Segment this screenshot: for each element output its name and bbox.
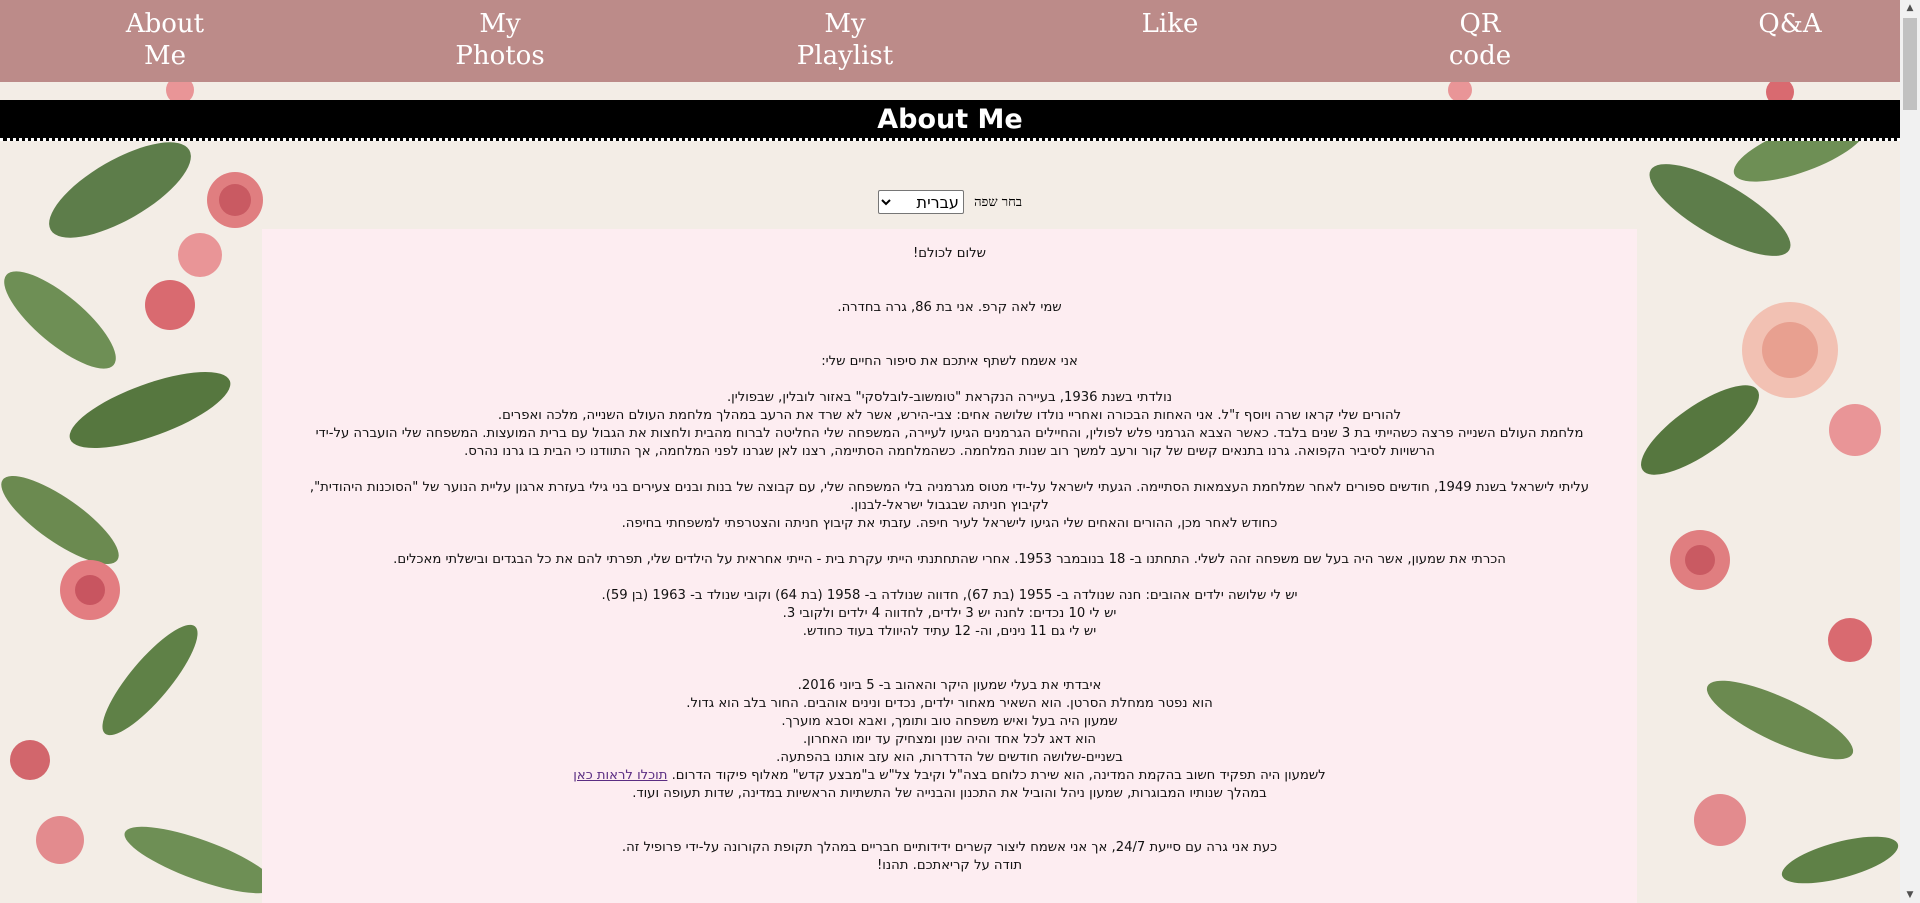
nav-my-playlist[interactable]: My Playlist (786, 8, 904, 72)
paragraph-memorial-line: איבדתי את בעלי שמעון היקר והאהוב ב- 5 בי… (797, 678, 1102, 693)
paragraph-birth-line: מלחמת העולם השנייה פרצה כשהייתי בת 3 שני… (315, 426, 1584, 441)
nav-about-me[interactable]: About Me (112, 8, 218, 72)
nav-about-me-line2: Me (143, 41, 186, 71)
nav-qr-code[interactable]: QR code (1440, 8, 1520, 72)
language-label: בחר שפה (974, 195, 1023, 210)
top-navigation: About Me My Photos My Playlist Like QR c… (0, 0, 1900, 82)
nav-like[interactable]: Like (1130, 8, 1210, 40)
page-title-bar: About Me (0, 100, 1900, 141)
greeting-text: שלום לכולם! (913, 246, 986, 261)
nav-my-playlist-line1: My (824, 9, 866, 39)
intro-text: שמי לאה קרפ. אני בת 86, גרה בחדרה. (837, 300, 1062, 315)
scroll-down-arrow-icon[interactable]: ▼ (1900, 887, 1920, 903)
paragraph-memorial-link-line: לשמעון היה תפקיד חשוב בהקמת המדינה, הוא … (270, 767, 1629, 785)
nav-qa[interactable]: Q&A (1750, 8, 1830, 40)
about-content-panel: שלום לכולם! שמי לאה קרפ. אני בת 86, גרה … (262, 229, 1637, 903)
see-here-link[interactable]: תוכלו לראות כאן (573, 768, 667, 783)
paragraph-family-line: יש לי גם 11 נינים, וה- 12 עתיד להיוולד ב… (802, 624, 1097, 639)
page-title: About Me (877, 104, 1023, 135)
nav-qr-code-line2: code (1448, 41, 1512, 71)
nav-my-playlist-line2: Playlist (796, 41, 894, 71)
paragraph-memorial-line: במהלך שנותיו המבוגרות, שמעון ניהל והוביל… (632, 786, 1267, 801)
nav-my-photos[interactable]: My Photos (440, 8, 560, 72)
scroll-up-arrow-icon[interactable]: ▲ (1900, 0, 1920, 16)
paragraph-marriage: הכרתי את שמעון, אשר היה בעל שם משפחה זהה… (393, 552, 1506, 567)
language-select[interactable]: עברית (877, 190, 964, 214)
nav-about-me-line1: About (125, 9, 205, 39)
memorial-service-text: לשמעון היה תפקיד חשוב בהקמת המדינה, הוא … (671, 768, 1326, 783)
paragraph-memorial-line: הוא נפטר ממחלת הסרטן. הוא השאיר מאחור יל… (686, 696, 1213, 711)
nav-my-photos-line1: My (479, 9, 521, 39)
nav-like-line1: Like (1141, 9, 1199, 39)
paragraph-family-line: יש לי שלושה ילדים אהובים: חנה שנולדה ב- … (601, 588, 1298, 603)
paragraph-closing-line: תודה על קריאתכם. תהנו! (877, 858, 1022, 873)
share-text: אני אשמח לשתף איתכם את סיפור החיים שלי: (821, 354, 1078, 369)
paragraph-memorial-line: בשניים-שלושה חודשים של הדרדרות, הוא עזב … (776, 750, 1123, 765)
language-selector-row: בחר שפה עברית (0, 190, 1900, 214)
nav-my-photos-line2: Photos (455, 41, 545, 71)
nav-qa-line1: Q&A (1758, 9, 1822, 39)
paragraph-family-line: יש לי 10 נכדים: לחנה יש 3 ילדים, לחדווה … (782, 606, 1117, 621)
scrollbar-thumb[interactable] (1903, 18, 1917, 110)
paragraph-closing-line: כעת אני גרה עם סייעת 24/7, אך אני אשמח ל… (621, 840, 1278, 855)
paragraph-memorial-line: שמעון היה בעל ואיש משפחה טוב ותומך, ואבא… (781, 714, 1118, 729)
nav-qr-code-line1: QR (1459, 9, 1501, 39)
paragraph-aliyah-line: עליתי לישראל בשנת 1949, חודשים ספורים לא… (309, 480, 1590, 495)
page-scrollbar[interactable]: ▲ ▼ (1900, 0, 1920, 903)
paragraph-aliyah-line: כחודש לאחר מכן, ההורים והאחים שלי הגיעו … (621, 516, 1278, 531)
paragraph-birth-line: נולדתי בשנת 1936, בעיירה הנקראת "טומשוב-… (726, 390, 1173, 405)
paragraph-memorial-line: הוא דאג לכל אחד והיה שנון ומצחיק עד יומו… (802, 732, 1097, 747)
paragraph-birth-line: להורים שלי קראו שרה ויוסף ז"ל. אני האחות… (497, 408, 1402, 423)
paragraph-birth-line: הרשויות לסיביר הקפואה. גרנו בתנאים קשים … (464, 444, 1435, 459)
paragraph-aliyah-line: לקיבוץ חניתה שבגבול ישראל-לבנון. (850, 498, 1049, 513)
